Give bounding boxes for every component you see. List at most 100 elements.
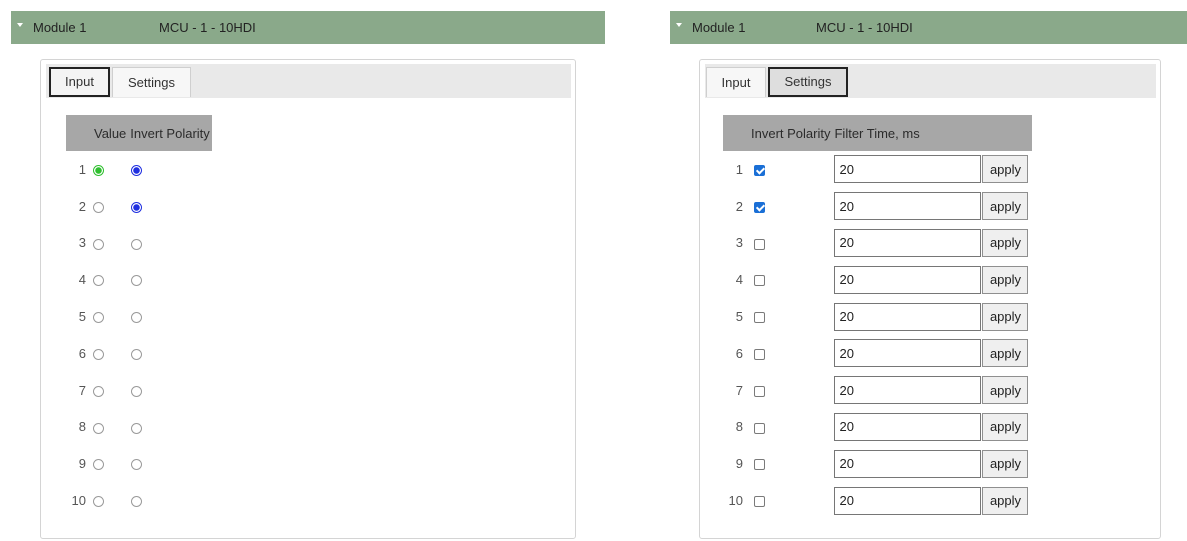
invert-polarity-checkbox[interactable] — [754, 275, 765, 287]
filter-time-input[interactable] — [834, 412, 982, 441]
row-number: 2 — [78, 198, 86, 214]
invert-polarity-cell — [749, 409, 832, 446]
apply-button[interactable]: apply — [982, 412, 1029, 441]
value-radio[interactable] — [93, 348, 104, 360]
invert-polarity-checkbox[interactable] — [754, 422, 765, 434]
apply-button[interactable]: apply — [982, 339, 1029, 368]
table-row: 1 apply — [723, 151, 1032, 188]
row-number: 3 — [735, 235, 743, 251]
row-number: 10 — [71, 493, 86, 509]
column-header-filter-time: Filter Time, ms — [832, 115, 1033, 151]
value-cell — [92, 372, 128, 409]
invert-polarity-cell — [749, 482, 832, 519]
invert-polarity-cell — [749, 372, 832, 409]
row-number: 1 — [78, 161, 86, 177]
filter-time-cell: apply — [832, 445, 1032, 482]
module-name: Module 1 — [692, 20, 746, 35]
invert-polarity-checkbox[interactable] — [754, 459, 765, 471]
filter-time-input[interactable] — [834, 155, 982, 184]
invert-polarity-checkbox[interactable] — [754, 312, 765, 324]
apply-button[interactable]: apply — [982, 302, 1029, 331]
invert-polarity-cell — [128, 335, 211, 372]
filter-time-cell: apply — [832, 151, 1032, 188]
row-number: 3 — [78, 235, 86, 251]
module-panel-left: Module 1 MCU - 1 - 10HDI Input Settings … — [11, 11, 605, 539]
invert-polarity-radio[interactable] — [131, 348, 143, 360]
table-row: 1 — [66, 151, 212, 188]
invert-polarity-radio[interactable] — [131, 238, 143, 250]
filter-time-cell: apply — [832, 225, 1032, 262]
apply-button[interactable]: apply — [982, 228, 1029, 257]
apply-button[interactable]: apply — [982, 155, 1029, 184]
value-cell — [92, 482, 128, 519]
invert-polarity-checkbox[interactable] — [754, 348, 765, 360]
table-row: 5 — [66, 298, 212, 335]
value-radio[interactable] — [93, 459, 104, 471]
invert-polarity-cell — [749, 445, 832, 482]
filter-time-input[interactable] — [834, 265, 982, 294]
caret-down-icon[interactable] — [676, 23, 682, 27]
table-row: 4 — [66, 261, 212, 298]
filter-time-input[interactable] — [834, 339, 982, 368]
value-radio[interactable] — [93, 422, 104, 434]
tab-input[interactable]: Input — [49, 67, 110, 97]
invert-polarity-radio[interactable] — [131, 459, 143, 471]
tab-input[interactable]: Input — [706, 67, 766, 97]
invert-polarity-radio[interactable] — [131, 201, 143, 213]
invert-polarity-checkbox[interactable] — [754, 238, 765, 250]
module-header[interactable]: Module 1 MCU - 1 - 10HDI — [11, 11, 605, 44]
value-radio[interactable] — [93, 496, 104, 508]
invert-polarity-radio[interactable] — [131, 164, 143, 176]
invert-polarity-checkbox[interactable] — [754, 385, 765, 397]
value-cell — [92, 188, 128, 225]
value-radio[interactable] — [93, 164, 104, 176]
filter-time-input[interactable] — [834, 376, 982, 405]
apply-button[interactable]: apply — [982, 486, 1029, 515]
row-number: 10 — [728, 493, 743, 509]
filter-time-input[interactable] — [834, 486, 982, 515]
invert-polarity-checkbox[interactable] — [754, 164, 765, 176]
module-body: Input Settings Value Invert Polarity 1 2 3… — [40, 59, 576, 539]
value-radio[interactable] — [93, 238, 104, 250]
value-radio[interactable] — [93, 201, 104, 213]
invert-polarity-radio[interactable] — [131, 312, 143, 324]
invert-polarity-radio[interactable] — [131, 385, 143, 397]
apply-button[interactable]: apply — [982, 265, 1029, 294]
value-radio[interactable] — [93, 312, 104, 324]
filter-time-cell: apply — [832, 482, 1032, 519]
value-radio[interactable] — [93, 275, 104, 287]
invert-polarity-radio[interactable] — [131, 275, 143, 287]
apply-button[interactable]: apply — [982, 192, 1029, 221]
invert-polarity-checkbox[interactable] — [754, 496, 765, 508]
invert-polarity-cell — [128, 445, 211, 482]
filter-time-input[interactable] — [834, 192, 982, 221]
invert-polarity-cell — [749, 151, 832, 188]
invert-polarity-radio[interactable] — [131, 422, 143, 434]
module-header[interactable]: Module 1 MCU - 1 - 10HDI — [670, 11, 1187, 44]
table-row: 9 apply — [723, 445, 1032, 482]
filter-time-input[interactable] — [834, 449, 982, 478]
invert-polarity-radio[interactable] — [131, 496, 143, 508]
apply-button[interactable]: apply — [982, 449, 1029, 478]
row-number: 4 — [735, 272, 743, 288]
filter-time-input[interactable] — [834, 302, 982, 331]
filter-time-cell: apply — [832, 261, 1032, 298]
invert-polarity-cell — [749, 225, 832, 262]
invert-polarity-checkbox[interactable] — [754, 201, 765, 213]
value-radio[interactable] — [93, 385, 104, 397]
row-number: 2 — [735, 198, 743, 214]
table-row: 10 — [66, 482, 212, 519]
table-row: 2 apply — [723, 188, 1032, 225]
value-cell — [92, 445, 128, 482]
row-number: 4 — [78, 272, 86, 288]
table-row: 7 — [66, 372, 212, 409]
tab-settings[interactable]: Settings — [112, 67, 191, 97]
table-row: 10 apply — [723, 482, 1032, 519]
apply-button[interactable]: apply — [982, 376, 1029, 405]
table-row: 2 — [66, 188, 212, 225]
tab-settings[interactable]: Settings — [768, 67, 848, 97]
caret-down-icon[interactable] — [17, 23, 23, 27]
row-number: 9 — [78, 456, 86, 472]
column-header-invert-polarity: Invert Polarity — [128, 115, 212, 151]
filter-time-input[interactable] — [834, 228, 982, 257]
